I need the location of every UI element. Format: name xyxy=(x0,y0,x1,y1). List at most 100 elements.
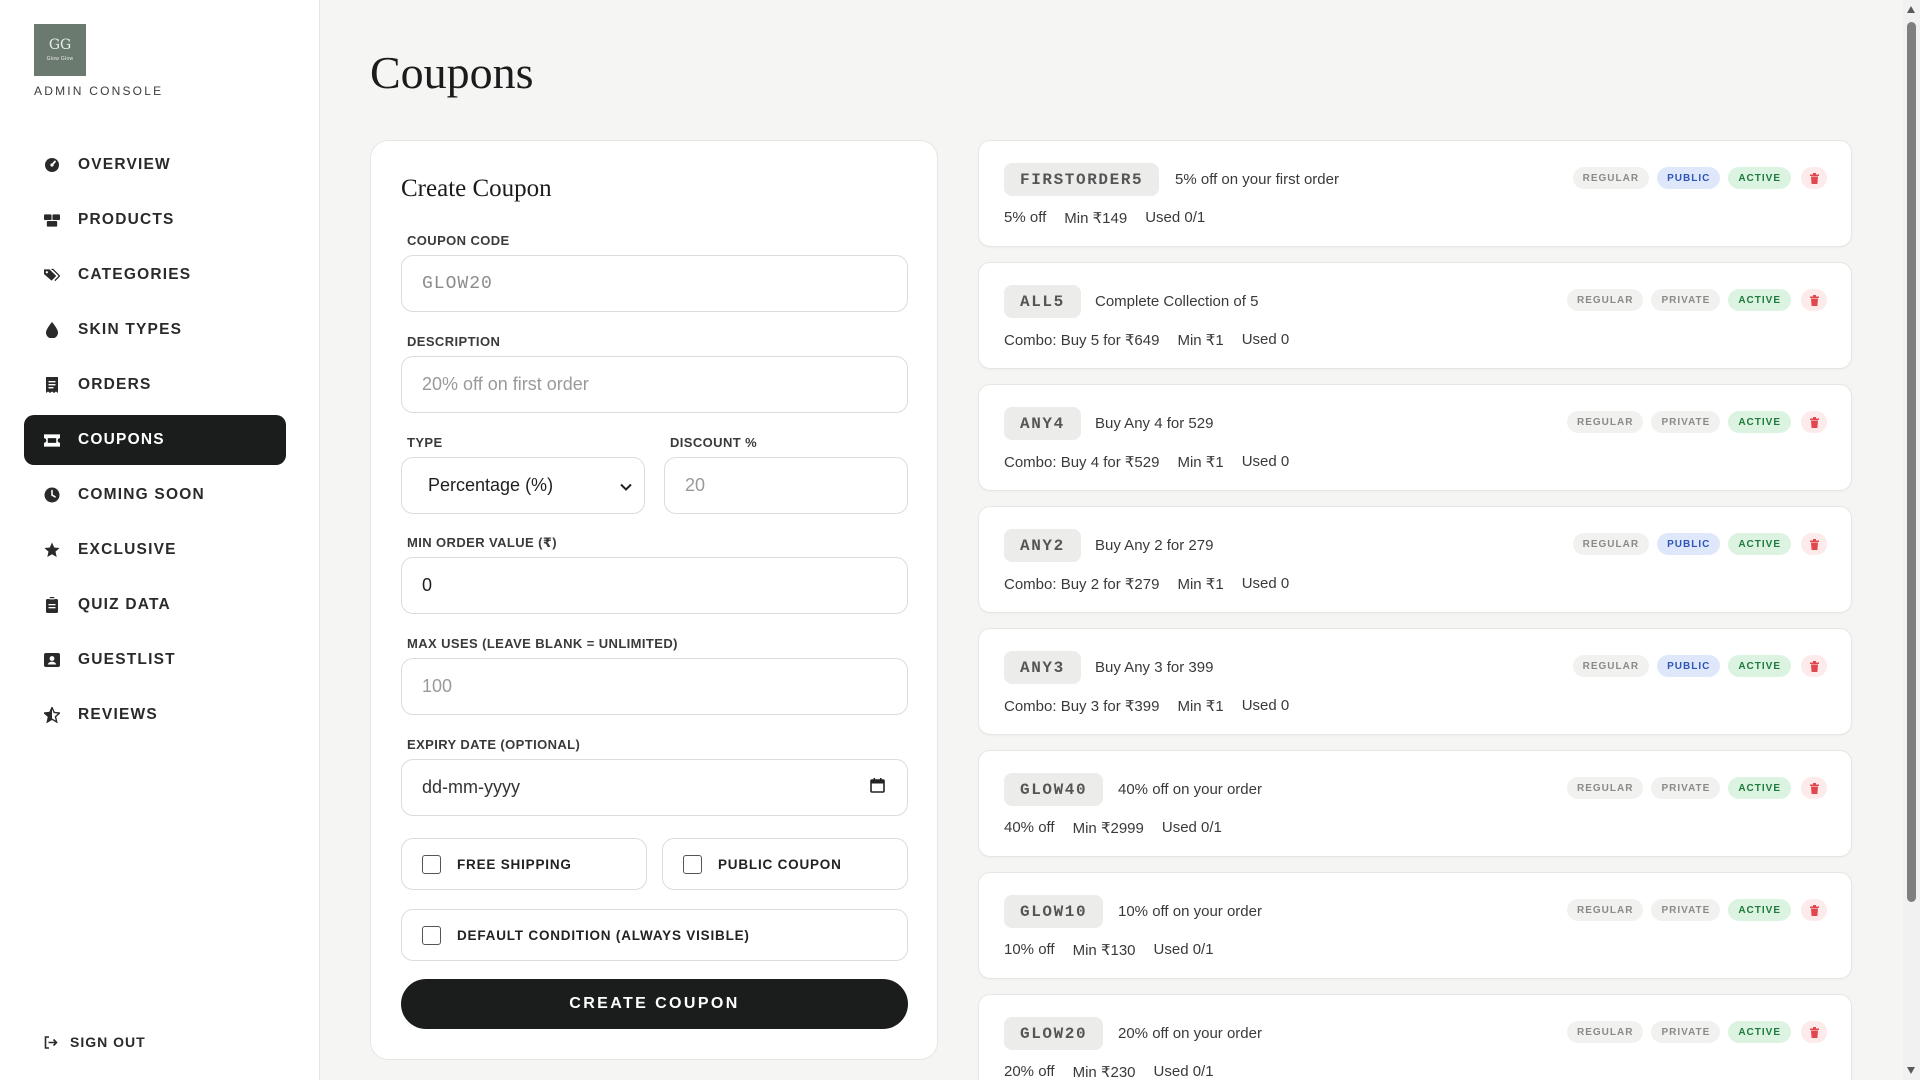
status-badge[interactable]: ACTIVE xyxy=(1728,777,1791,799)
page-scrollbar[interactable] xyxy=(1903,0,1920,1080)
min-order-value: 0 xyxy=(422,575,433,595)
delete-coupon-button[interactable] xyxy=(1801,411,1827,433)
visibility-badge[interactable]: PUBLIC xyxy=(1657,167,1721,189)
brand[interactable]: GG Glow Glow ADMIN CONSOLE xyxy=(34,24,163,98)
description-field[interactable] xyxy=(401,356,908,413)
sidebar-item-orders[interactable]: ORDERS xyxy=(24,360,286,410)
max-uses-field[interactable] xyxy=(401,658,908,715)
min-order-field[interactable]: 0 xyxy=(401,557,908,614)
clipboard-icon xyxy=(44,597,60,613)
page-title: Coupons xyxy=(370,47,534,98)
expiry-date-field[interactable]: dd-mm-yyyy xyxy=(401,759,908,816)
coupon-offer: Combo: Buy 5 for ₹649 xyxy=(1004,332,1160,349)
trash-icon xyxy=(1809,416,1819,428)
sidebar-item-label: COUPONS xyxy=(78,431,165,448)
max-uses-input[interactable] xyxy=(422,676,907,697)
sidebar-item-products[interactable]: PRODUCTS xyxy=(24,195,286,245)
visibility-badge[interactable]: PUBLIC xyxy=(1657,655,1721,677)
delete-coupon-button[interactable] xyxy=(1801,899,1827,921)
coupon-min-order: Min ₹1 xyxy=(1177,576,1224,593)
sidebar-nav: OVERVIEW PRODUCTS CATEGORIES SKIN TYPES … xyxy=(24,140,286,745)
sidebar-item-label: SKIN TYPES xyxy=(78,321,183,338)
coupon-min-order: Min ₹2999 xyxy=(1072,820,1144,837)
coupon-usage: Used 0/1 xyxy=(1153,941,1214,958)
sidebar-item-label: REVIEWS xyxy=(78,706,158,723)
sidebar-item-overview[interactable]: OVERVIEW xyxy=(24,140,286,190)
coupon-code-label: COUPON CODE xyxy=(407,233,510,248)
logo-monogram: GG xyxy=(48,37,72,53)
ticket-icon xyxy=(44,432,60,448)
coupon-badges: REGULAR PUBLIC ACTIVE xyxy=(1572,655,1827,677)
sign-out-button[interactable]: SIGN OUT xyxy=(44,1034,146,1050)
type-label: TYPE xyxy=(407,435,443,450)
sidebar-item-categories[interactable]: CATEGORIES xyxy=(24,250,286,300)
visibility-badge[interactable]: PUBLIC xyxy=(1657,533,1721,555)
status-badge[interactable]: ACTIVE xyxy=(1728,411,1791,433)
boxes-icon xyxy=(44,212,60,228)
public-coupon-checkbox[interactable] xyxy=(683,854,702,874)
coupon-description: Buy Any 3 for 399 xyxy=(1095,659,1214,676)
visibility-badge[interactable]: PRIVATE xyxy=(1651,1021,1721,1043)
scroll-up-arrow-icon[interactable] xyxy=(1907,6,1915,13)
discount-input[interactable] xyxy=(685,475,907,496)
default-condition-checkbox[interactable] xyxy=(422,925,441,945)
sidebar-item-skin-types[interactable]: SKIN TYPES xyxy=(24,305,286,355)
sidebar-item-coming-soon[interactable]: COMING SOON xyxy=(24,470,286,520)
coupon-description: Buy Any 2 for 279 xyxy=(1095,537,1214,554)
sidebar-item-reviews[interactable]: REVIEWS xyxy=(24,690,286,740)
delete-coupon-button[interactable] xyxy=(1801,167,1827,189)
delete-coupon-button[interactable] xyxy=(1801,1021,1827,1043)
coupon-usage: Used 0 xyxy=(1241,331,1290,348)
create-coupon-button[interactable]: CREATE COUPON xyxy=(401,979,908,1029)
coupon-badges: REGULAR PRIVATE ACTIVE xyxy=(1567,1021,1827,1043)
regular-badge: REGULAR xyxy=(1567,411,1644,433)
coupon-code-field[interactable] xyxy=(401,255,908,312)
delete-coupon-button[interactable] xyxy=(1801,289,1827,311)
scrollbar-thumb[interactable] xyxy=(1907,22,1916,902)
coupon-code-input[interactable] xyxy=(422,273,907,294)
visibility-badge[interactable]: PRIVATE xyxy=(1651,899,1721,921)
status-badge[interactable]: ACTIVE xyxy=(1728,1021,1791,1043)
sidebar-item-label: COMING SOON xyxy=(78,486,205,503)
gauge-icon xyxy=(44,157,60,173)
expiry-date-value: dd-mm-yyyy xyxy=(422,777,520,797)
coupon-meta: Combo: Buy 3 for ₹399 Min ₹1 Used 0 xyxy=(1004,697,1289,715)
visibility-badge[interactable]: PRIVATE xyxy=(1651,289,1721,311)
sidebar-item-exclusive[interactable]: EXCLUSIVE xyxy=(24,525,286,575)
coupon-badges: REGULAR PUBLIC ACTIVE xyxy=(1572,167,1827,189)
coupon-description: Buy Any 4 for 529 xyxy=(1095,415,1214,432)
regular-badge: REGULAR xyxy=(1572,655,1650,677)
regular-badge: REGULAR xyxy=(1572,533,1650,555)
brand-logo: GG Glow Glow xyxy=(34,24,86,76)
status-badge[interactable]: ACTIVE xyxy=(1728,289,1791,311)
max-uses-label: MAX USES (LEAVE BLANK = UNLIMITED) xyxy=(407,636,678,651)
calendar-icon[interactable] xyxy=(870,777,885,798)
free-shipping-checkbox[interactable] xyxy=(422,854,441,874)
type-select[interactable]: Percentage (%) xyxy=(401,457,645,514)
default-condition-option[interactable]: DEFAULT CONDITION (ALWAYS VISIBLE) xyxy=(401,909,908,961)
delete-coupon-button[interactable] xyxy=(1801,533,1827,555)
coupon-usage: Used 0 xyxy=(1241,575,1290,592)
delete-coupon-button[interactable] xyxy=(1801,777,1827,799)
free-shipping-option[interactable]: FREE SHIPPING xyxy=(401,838,647,890)
coupon-code: GLOW40 xyxy=(1004,773,1104,806)
visibility-badge[interactable]: PRIVATE xyxy=(1651,411,1721,433)
status-badge[interactable]: ACTIVE xyxy=(1728,167,1791,189)
visibility-badge[interactable]: PRIVATE xyxy=(1651,777,1721,799)
delete-coupon-button[interactable] xyxy=(1801,655,1827,677)
coupon-card: ANY4 Buy Any 4 for 529 Combo: Buy 4 for … xyxy=(978,384,1852,491)
coupon-code: ANY2 xyxy=(1004,529,1081,562)
description-input[interactable] xyxy=(422,374,907,395)
coupon-badges: REGULAR PRIVATE ACTIVE xyxy=(1567,777,1827,799)
sidebar: GG Glow Glow ADMIN CONSOLE OVERVIEW PROD… xyxy=(0,0,320,1080)
sidebar-item-quiz-data[interactable]: QUIZ DATA xyxy=(24,580,286,630)
scroll-down-arrow-icon[interactable] xyxy=(1907,1067,1915,1074)
discount-field[interactable] xyxy=(664,457,908,514)
regular-badge: REGULAR xyxy=(1567,899,1644,921)
status-badge[interactable]: ACTIVE xyxy=(1728,899,1791,921)
status-badge[interactable]: ACTIVE xyxy=(1728,655,1791,677)
public-coupon-option[interactable]: PUBLIC COUPON xyxy=(662,838,908,890)
status-badge[interactable]: ACTIVE xyxy=(1728,533,1791,555)
sidebar-item-coupons[interactable]: COUPONS xyxy=(24,415,286,465)
sidebar-item-guestlist[interactable]: GUESTLIST xyxy=(24,635,286,685)
